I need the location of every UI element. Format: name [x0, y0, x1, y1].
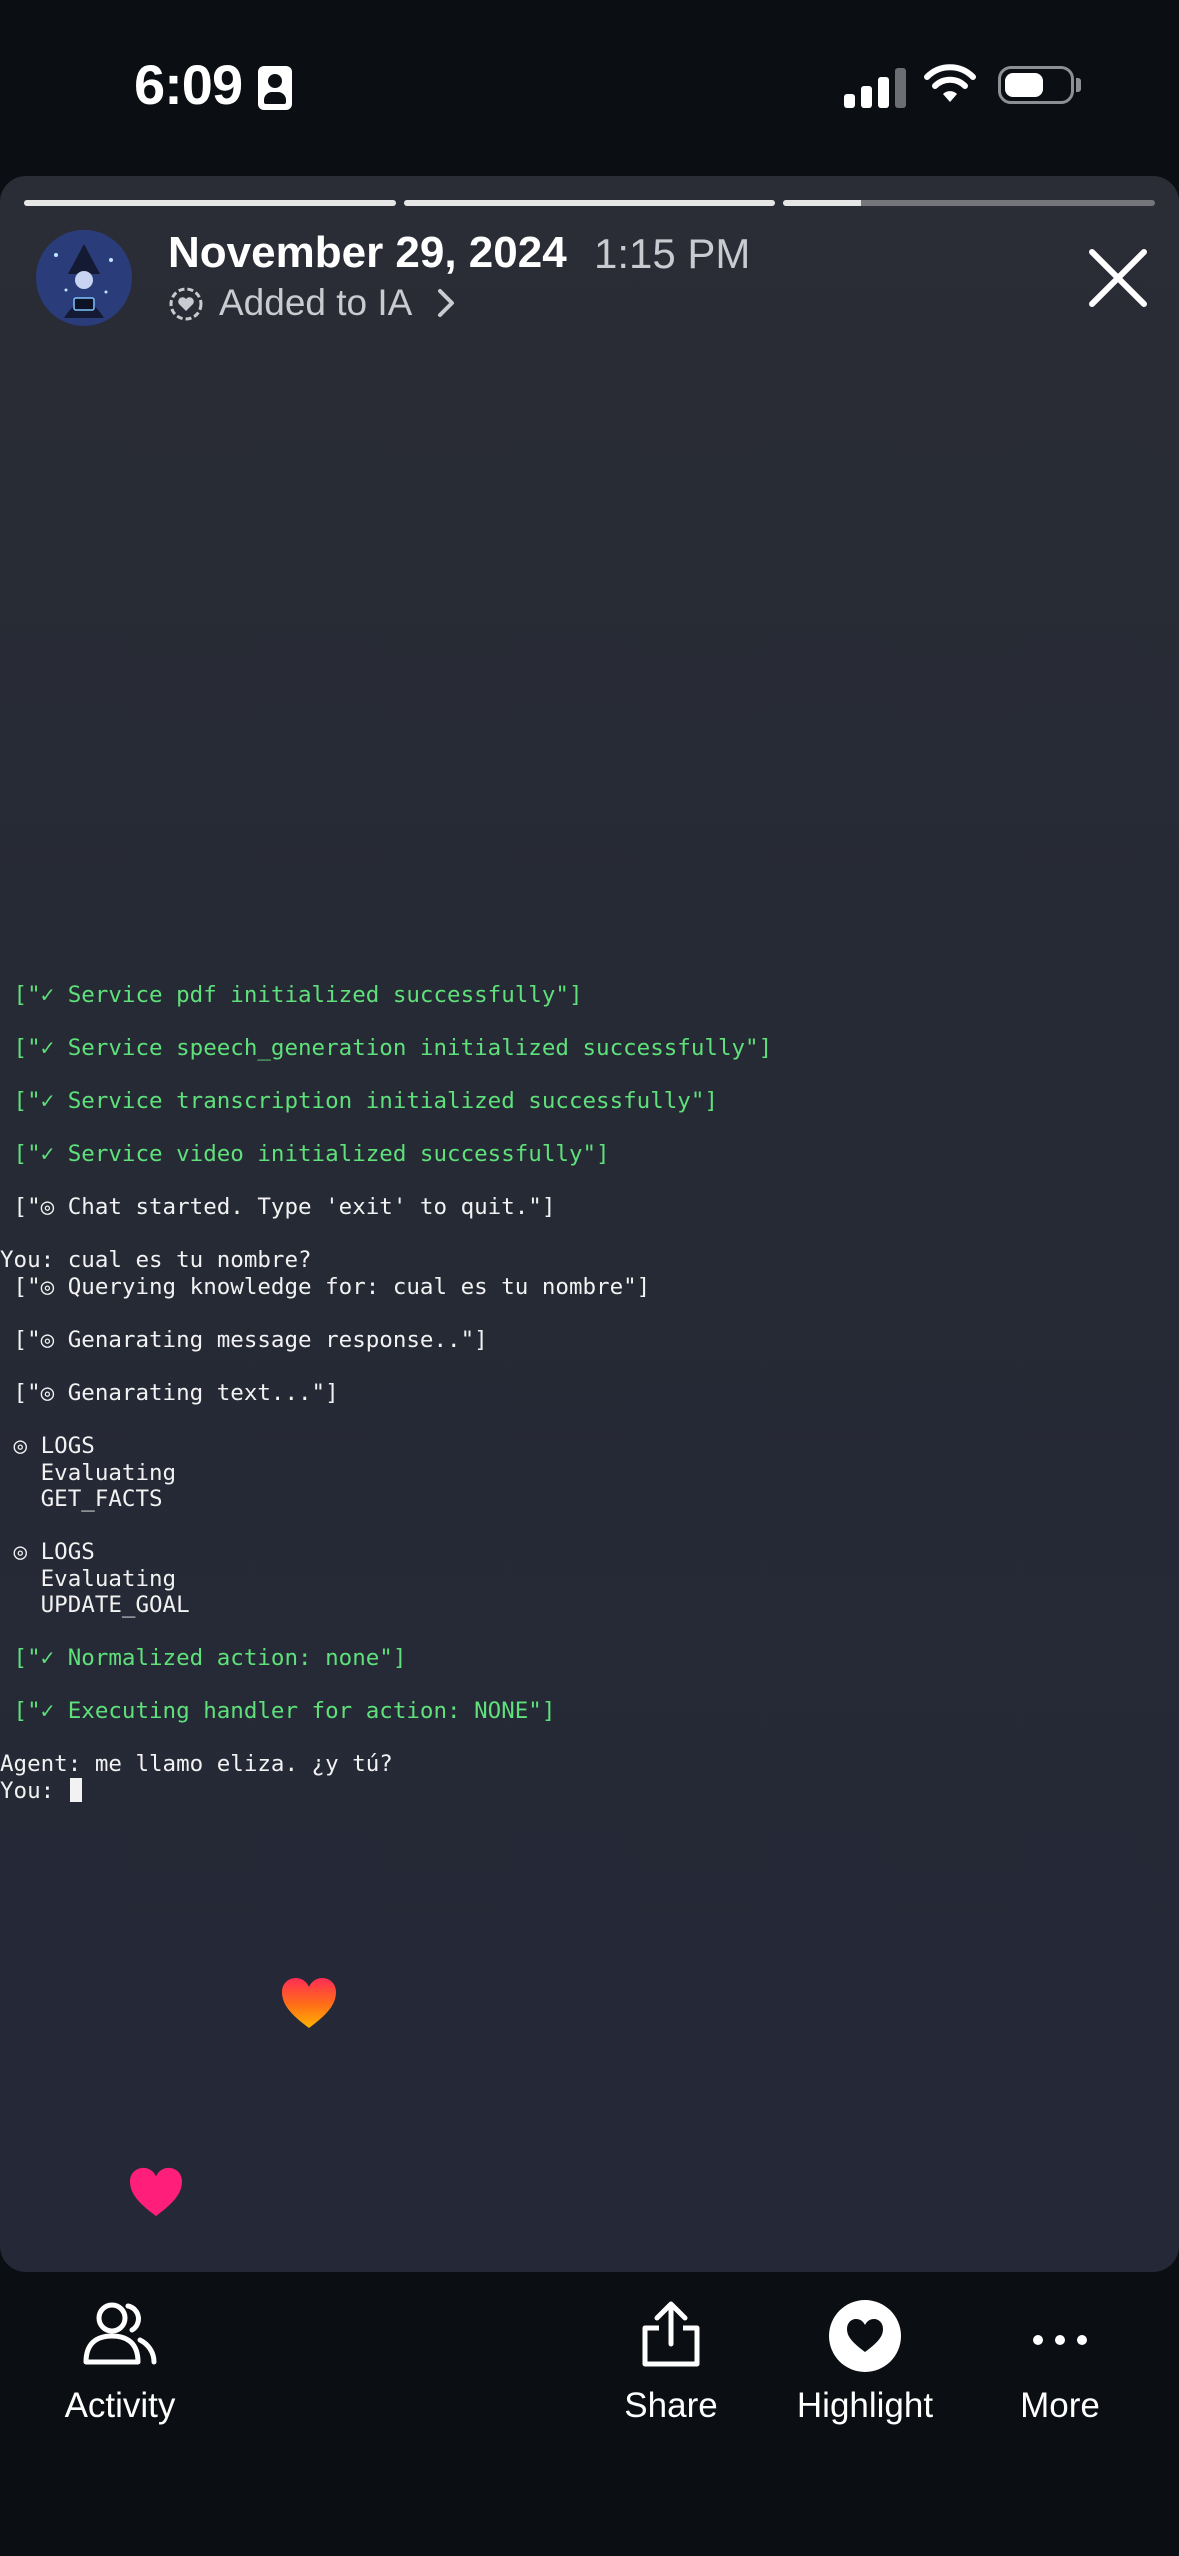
- avatar[interactable]: [36, 230, 132, 326]
- terminal-line: UPDATE_GOAL: [0, 1592, 190, 1618]
- people-icon: [83, 2302, 157, 2365]
- highlight-label: Highlight: [796, 2386, 934, 2425]
- terminal-line: Evaluating: [0, 1460, 177, 1486]
- terminal-line: ["✓ Service speech_generation initialize…: [0, 1035, 773, 1061]
- ellipsis-icon: [1033, 2335, 1087, 2345]
- terminal-line: GET_FACTS: [0, 1486, 163, 1512]
- terminal-cursor: [69, 1778, 82, 1802]
- story-date: November 29, 2024: [168, 228, 567, 277]
- more-label: More: [1020, 2386, 1100, 2425]
- terminal-line: Agent: me llamo eliza. ¿y tú?: [0, 1751, 393, 1777]
- terminal-output: ["✓ Service pdf initialized successfully…: [0, 806, 772, 1804]
- highlight-button[interactable]: Highlight: [785, 2300, 945, 2426]
- heart-reaction-icon: [130, 2167, 182, 2217]
- terminal-line: ["✓ Executing handler for action: NONE"]: [0, 1698, 556, 1724]
- contact-card-icon: [258, 66, 292, 110]
- battery-icon: [998, 66, 1081, 104]
- terminal-line: Evaluating: [0, 1566, 177, 1592]
- more-button[interactable]: More: [1000, 2300, 1120, 2426]
- progress-segment: [403, 200, 776, 206]
- terminal-line: ["✓ Service transcription initialized su…: [0, 1088, 718, 1114]
- progress-segment: [24, 200, 396, 206]
- terminal-line: ["◎ Chat started. Type 'exit' to quit."]: [0, 1194, 556, 1220]
- terminal-line: ["✓ Service pdf initialized successfully…: [0, 982, 583, 1008]
- close-icon[interactable]: [1086, 246, 1150, 310]
- activity-label: Activity: [64, 2386, 176, 2425]
- chevron-right-icon: [438, 289, 454, 317]
- status-time: 6:09: [134, 53, 243, 116]
- terminal-line: You: cual es tu nombre?: [0, 1247, 312, 1273]
- terminal-line: ◎ LOGS: [0, 1539, 95, 1565]
- cellular-signal-icon: [844, 64, 906, 108]
- terminal-line: You:: [0, 1778, 82, 1805]
- share-icon: [642, 2301, 700, 2367]
- terminal-line: ◎ LOGS: [0, 1433, 95, 1459]
- story-progress: [24, 200, 1156, 206]
- terminal-line: ["✓ Service video initialized successful…: [0, 1141, 610, 1167]
- share-label: Share: [624, 2386, 718, 2425]
- heart-circle-icon: [829, 2300, 901, 2372]
- story-time: 1:15 PM: [594, 230, 751, 277]
- terminal-line: ["◎ Querying knowledge for: cual es tu n…: [0, 1274, 651, 1300]
- progress-segment: [783, 200, 1156, 206]
- wifi-icon: [924, 64, 976, 102]
- heart-reaction-icon: [282, 1978, 336, 2028]
- memory-album-icon: [169, 287, 203, 321]
- share-button[interactable]: Share: [611, 2300, 731, 2426]
- terminal-line: ["◎ Genarating message response.."]: [0, 1327, 488, 1353]
- terminal-line: ["◎ Genarating text..."]: [0, 1380, 339, 1406]
- activity-button[interactable]: Activity: [40, 2300, 200, 2426]
- album-link[interactable]: Added to IA: [219, 282, 412, 324]
- story-card[interactable]: November 29, 2024 1:15 PM Added to IA ["…: [0, 176, 1179, 2272]
- terminal-line: ["✓ Normalized action: none"]: [0, 1645, 407, 1671]
